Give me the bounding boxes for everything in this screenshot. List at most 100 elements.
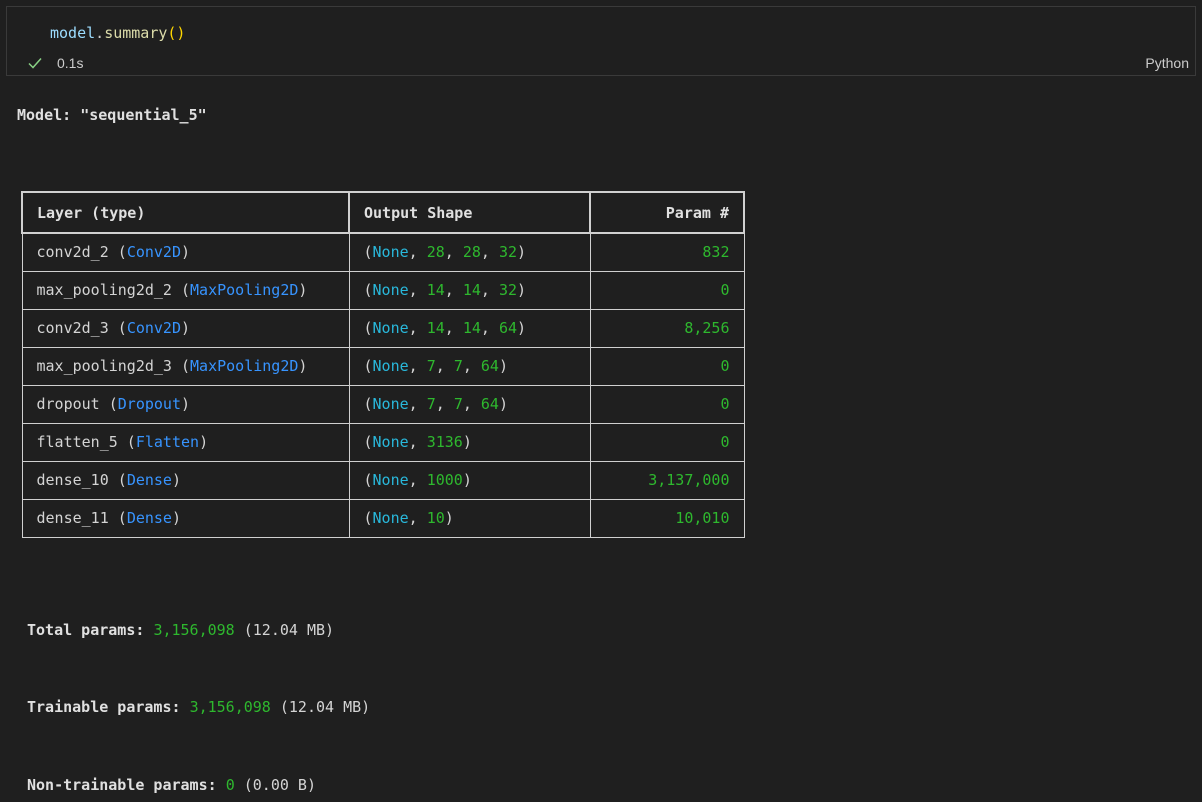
trainable-params-value: 3,156,098	[189, 698, 271, 716]
model-label: Model:	[17, 106, 81, 124]
layer-type: Conv2D	[126, 243, 181, 262]
param-count-cell: 832	[589, 232, 745, 272]
param-count-cell: 0	[589, 270, 745, 310]
output-shape-cell: (None, 14, 14, 64)	[348, 308, 591, 348]
total-params: Total params: 3,156,098 (12.04 MB)	[27, 621, 334, 639]
param-count: 10,010	[675, 509, 730, 527]
param-count: 0	[720, 357, 730, 375]
header-layer-type: Layer (type)	[21, 191, 350, 234]
table-row: dense_11 (Dense) (None, 10) 10,010	[21, 498, 745, 538]
execution-status: 0.1s	[27, 53, 83, 73]
layer-name: flatten_5	[36, 433, 118, 451]
total-params-label: Total params:	[27, 621, 145, 639]
non-trainable-params-label: Non-trainable params:	[27, 776, 217, 794]
shape-dim: 64	[480, 395, 499, 413]
layer-cell: dropout (Dropout)	[21, 384, 350, 424]
shape-batch-dim: None	[372, 281, 409, 299]
layer-name: conv2d_2	[36, 243, 109, 262]
shape-dim: 1000	[426, 471, 463, 489]
layer-cell: max_pooling2d_3 (MaxPooling2D)	[21, 346, 350, 386]
shape-dim: 14	[462, 319, 481, 337]
layer-type: Dense	[126, 471, 172, 489]
param-count: 0	[720, 395, 730, 413]
shape-dim: 7	[426, 395, 436, 413]
layer-cell: conv2d_3 (Conv2D)	[21, 308, 350, 348]
non-trainable-params-size: (0.00 B)	[243, 776, 316, 794]
model-summary-table: Layer (type) Output Shape Param # conv2d…	[21, 191, 745, 538]
shape-dim: 14	[462, 281, 481, 299]
layer-cell: max_pooling2d_2 (MaxPooling2D)	[21, 270, 350, 310]
layer-cell: flatten_5 (Flatten)	[21, 422, 350, 462]
code-cell[interactable]: model.summary() 0.1s Python	[6, 6, 1196, 76]
shape-dim: 14	[426, 319, 445, 337]
param-count: 0	[720, 281, 730, 299]
non-trainable-params: Non-trainable params: 0 (0.00 B)	[27, 776, 316, 794]
output-shape-cell: (None, 1000)	[348, 460, 591, 500]
layer-name: dropout	[36, 395, 100, 413]
param-count: 0	[720, 433, 730, 451]
param-count-cell: 3,137,000	[589, 460, 745, 500]
param-count-cell: 0	[589, 384, 745, 424]
output-shape-cell: (None, 3136)	[348, 422, 591, 462]
code-dot: .	[95, 24, 105, 42]
layer-cell: dense_10 (Dense)	[21, 460, 350, 500]
table-row: dense_10 (Dense) (None, 1000) 3,137,000	[21, 460, 745, 500]
table-row: dropout (Dropout) (None, 7, 7, 64) 0	[21, 384, 745, 424]
check-icon	[28, 58, 42, 69]
shape-dim: 28	[426, 243, 445, 262]
shape-batch-dim: None	[372, 357, 409, 375]
header-param-count: Param #	[589, 191, 745, 234]
language-indicator[interactable]: Python	[1145, 53, 1189, 73]
trainable-params-label: Trainable params:	[27, 698, 181, 716]
layer-name: dense_10	[36, 471, 109, 489]
table-row: max_pooling2d_3 (MaxPooling2D) (None, 7, …	[21, 346, 745, 386]
total-params-size: (12.04 MB)	[243, 621, 335, 639]
param-count: 3,137,000	[648, 471, 730, 489]
code-variable: model	[50, 24, 96, 42]
table-row: max_pooling2d_2 (MaxPooling2D) (None, 14,…	[21, 270, 745, 310]
shape-dim: 3136	[426, 433, 463, 451]
output-shape-cell: (None, 7, 7, 64)	[348, 346, 591, 386]
model-title: Model: "sequential_5"	[17, 106, 207, 124]
shape-dim: 7	[453, 395, 463, 413]
layer-type: Conv2D	[126, 319, 181, 337]
shape-batch-dim: None	[372, 433, 409, 451]
output-shape-cell: (None, 14, 14, 32)	[348, 270, 591, 310]
param-count: 8,256	[684, 319, 730, 337]
param-count-cell: 10,010	[589, 498, 745, 538]
layer-type: MaxPooling2D	[190, 281, 299, 299]
layer-name: conv2d_3	[36, 319, 109, 337]
shape-batch-dim: None	[372, 319, 409, 337]
shape-dim: 28	[462, 243, 481, 262]
shape-batch-dim: None	[372, 509, 409, 527]
layer-type: Dense	[126, 509, 172, 527]
layer-type: Flatten	[135, 433, 200, 451]
layer-type: MaxPooling2D	[190, 357, 299, 375]
output-shape-cell: (None, 28, 28, 32)	[348, 232, 591, 272]
code-line[interactable]: model.summary()	[50, 23, 185, 43]
param-count-cell: 8,256	[589, 308, 745, 348]
code-parens: ()	[167, 24, 186, 42]
output-shape-cell: (None, 10)	[348, 498, 591, 538]
output-shape-cell: (None, 7, 7, 64)	[348, 384, 591, 424]
shape-batch-dim: None	[372, 243, 409, 262]
shape-batch-dim: None	[372, 395, 409, 413]
shape-dim: 10	[426, 509, 445, 527]
table-row: conv2d_2 (Conv2D) (None, 28, 28, 32) 832	[21, 232, 745, 272]
shape-dim: 64	[480, 357, 499, 375]
table-header-row: Layer (type) Output Shape Param #	[21, 191, 745, 234]
table-row: flatten_5 (Flatten) (None, 3136) 0	[21, 422, 745, 462]
shape-dim: 32	[498, 243, 518, 262]
shape-dim: 64	[498, 319, 518, 337]
execution-duration: 0.1s	[57, 55, 84, 71]
header-output-shape: Output Shape	[348, 191, 591, 234]
non-trainable-params-value: 0	[225, 776, 235, 794]
param-count: 832	[702, 243, 730, 262]
layer-name: dense_11	[36, 509, 109, 527]
table-row: conv2d_3 (Conv2D) (None, 14, 14, 64) 8,256	[21, 308, 745, 348]
layer-name: max_pooling2d_2	[36, 281, 172, 299]
shape-dim: 7	[426, 357, 436, 375]
code-function: summary	[104, 24, 168, 42]
total-params-value: 3,156,098	[153, 621, 235, 639]
layer-name: max_pooling2d_3	[36, 357, 172, 375]
